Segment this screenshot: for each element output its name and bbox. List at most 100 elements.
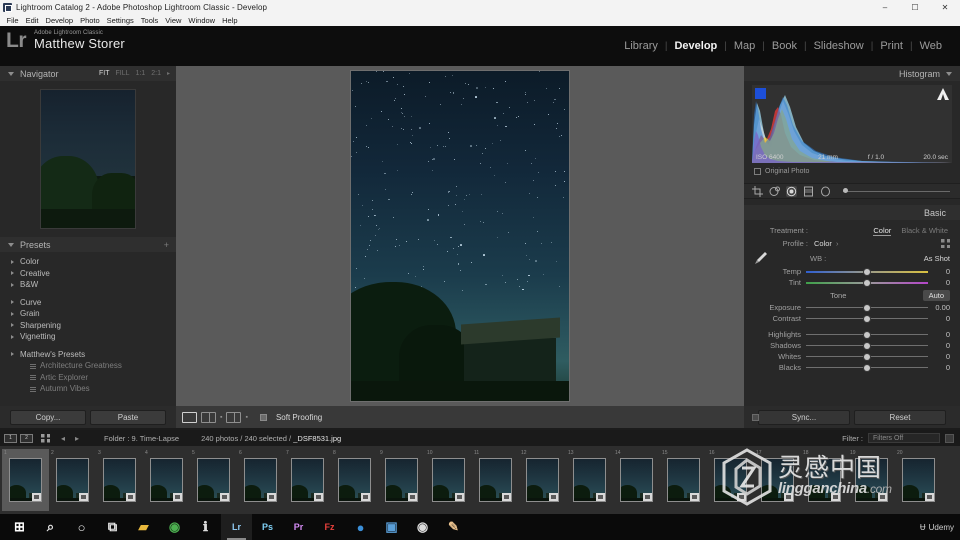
preset-group-grain[interactable]: Grain — [0, 308, 176, 320]
gallery-icon[interactable]: ▣ — [376, 514, 407, 540]
slider-blacks-knob[interactable] — [864, 364, 870, 371]
slider-highlights-knob[interactable] — [864, 331, 870, 338]
basic-panel-header[interactable]: Basic — [744, 205, 960, 220]
disc-icon[interactable]: ◉ — [407, 514, 438, 540]
filmstrip-thumbnail[interactable]: 2 — [49, 449, 96, 511]
thumbnail-badge-icon[interactable] — [79, 493, 88, 501]
module-book[interactable]: Book — [772, 40, 797, 52]
sync-checkbox[interactable] — [752, 413, 759, 421]
close-button[interactable]: ✕ — [930, 0, 960, 14]
view-dot-2[interactable]: ▪ — [245, 414, 247, 421]
thumbnail-image[interactable] — [197, 458, 230, 502]
slider-tint[interactable]: Tint 0 — [744, 277, 960, 288]
thumbnail-image[interactable] — [244, 458, 277, 502]
second-window-button[interactable]: 2 — [20, 433, 33, 443]
preset-group-vignetting[interactable]: Vignetting — [0, 331, 176, 343]
thumbnail-image[interactable] — [714, 458, 747, 502]
before-after-view-icon[interactable] — [201, 411, 216, 423]
thumbnail-image[interactable] — [479, 458, 512, 502]
back-arrow-icon[interactable]: ◂ — [61, 434, 65, 443]
slider-shadows[interactable]: Shadows 0 — [744, 340, 960, 351]
filmstrip-thumbnail[interactable]: 12 — [519, 449, 566, 511]
preset-group-creative[interactable]: Creative — [0, 268, 176, 280]
paste-settings-button[interactable]: Paste — [90, 409, 166, 425]
eyedropper-icon[interactable] — [754, 251, 768, 267]
histogram-graph[interactable]: ISO 6400 21 mm f / 1.0 20.0 sec — [752, 85, 952, 163]
filmstrip-thumbnail[interactable]: 14 — [613, 449, 660, 511]
crop-tool-icon[interactable] — [752, 185, 763, 197]
menu-item-view[interactable]: View — [162, 16, 185, 25]
thumbnail-image[interactable] — [432, 458, 465, 502]
sync-button[interactable]: Sync... — [758, 409, 850, 425]
expand-triangle-icon[interactable] — [11, 334, 14, 339]
thumbnail-badge-icon[interactable] — [643, 493, 652, 501]
browser-icon[interactable]: ● — [345, 514, 376, 540]
navigator-zoom-fill[interactable]: FILL — [116, 70, 130, 77]
filmstrip-thumbnail[interactable]: 6 — [237, 449, 284, 511]
slider-shadows-knob[interactable] — [864, 342, 870, 349]
expand-triangle-icon[interactable] — [11, 352, 14, 357]
view-dot-1[interactable]: ▪ — [220, 414, 222, 421]
filmstrip-thumbnail[interactable]: 20 — [895, 449, 942, 511]
filmstrip-thumbnail[interactable]: 17 — [754, 449, 801, 511]
menu-item-file[interactable]: File — [3, 16, 22, 25]
identity-plate[interactable]: Lr Adobe Lightroom Classic Matthew Store… — [6, 30, 125, 52]
thumbnail-badge-icon[interactable] — [831, 493, 840, 501]
radial-filter-tool-icon[interactable] — [820, 186, 831, 197]
slider-temp[interactable]: Temp 0 — [744, 266, 960, 277]
premiere-icon[interactable]: Pr — [283, 514, 314, 540]
filmstrip-thumbnail[interactable]: 15 — [660, 449, 707, 511]
slider-blacks-value[interactable]: 0 — [928, 363, 954, 372]
collapse-triangle-icon[interactable] — [946, 71, 952, 76]
highlight-clipping-indicator[interactable] — [937, 88, 949, 100]
treatment-color[interactable]: Color — [873, 226, 892, 236]
preset-item-artic-explorer[interactable]: Artic Explorer — [0, 372, 176, 384]
forward-arrow-icon[interactable]: ▸ — [75, 434, 79, 443]
thumbnail-badge-icon[interactable] — [690, 493, 699, 501]
thumbnail-badge-icon[interactable] — [408, 493, 417, 501]
info-app-icon[interactable]: ℹ — [190, 514, 221, 540]
slider-contrast-track[interactable] — [806, 314, 928, 323]
slider-whites[interactable]: Whites 0 — [744, 351, 960, 362]
collapse-triangle-icon[interactable] — [8, 242, 14, 247]
menu-item-tools[interactable]: Tools — [137, 16, 162, 25]
file-explorer-icon[interactable]: ▰ — [128, 514, 159, 540]
slider-contrast[interactable]: Contrast 0 — [744, 313, 960, 324]
slider-highlights-track[interactable] — [806, 330, 928, 339]
slider-blacks[interactable]: Blacks 0 — [744, 362, 960, 373]
thumbnail-image[interactable] — [573, 458, 606, 502]
menu-item-photo[interactable]: Photo — [77, 16, 104, 25]
thumbnail-image[interactable] — [855, 458, 888, 502]
navigator-chevron-icon[interactable]: ▸ — [167, 70, 170, 77]
filmstrip-thumbnail[interactable]: 1 — [2, 449, 49, 511]
menu-item-settings[interactable]: Settings — [103, 16, 137, 25]
photoshop-icon[interactable]: Ps — [252, 514, 283, 540]
folder-path[interactable]: Folder : 9. Time-Lapse — [104, 434, 179, 443]
slider-tint-track[interactable] — [806, 278, 928, 287]
thumbnail-badge-icon[interactable] — [361, 493, 370, 501]
slider-contrast-value[interactable]: 0 — [928, 314, 954, 323]
module-print[interactable]: Print — [880, 40, 903, 52]
copy-settings-button[interactable]: Copy... — [10, 409, 86, 425]
preset-group-matthew-s-presets[interactable]: Matthew's Presets — [0, 349, 176, 361]
grid-icon[interactable] — [41, 433, 50, 443]
treatment-black-white[interactable]: Black & White — [901, 226, 948, 236]
thumbnail-image[interactable] — [385, 458, 418, 502]
add-preset-button[interactable]: + — [164, 240, 169, 250]
collapse-triangle-icon[interactable] — [8, 71, 14, 76]
thumbnail-image[interactable] — [291, 458, 324, 502]
navigator-zoom-fit[interactable]: FIT — [99, 70, 110, 77]
main-photo[interactable] — [351, 71, 569, 401]
thumbnail-badge-icon[interactable] — [455, 493, 464, 501]
menu-item-edit[interactable]: Edit — [22, 16, 42, 25]
grid-view-button[interactable]: 1 — [4, 433, 17, 443]
filmstrip-thumbnail[interactable]: 11 — [472, 449, 519, 511]
module-develop[interactable]: Develop — [674, 40, 717, 52]
profile-browser-icon[interactable] — [941, 239, 950, 248]
thumbnail-badge-icon[interactable] — [32, 493, 41, 501]
slider-exposure-track[interactable] — [806, 303, 928, 312]
red-eye-tool-icon[interactable] — [786, 185, 797, 197]
filmstrip-thumbnail[interactable]: 19 — [848, 449, 895, 511]
filmstrip-thumbnail[interactable]: 8 — [331, 449, 378, 511]
thumbnail-image[interactable] — [808, 458, 841, 502]
